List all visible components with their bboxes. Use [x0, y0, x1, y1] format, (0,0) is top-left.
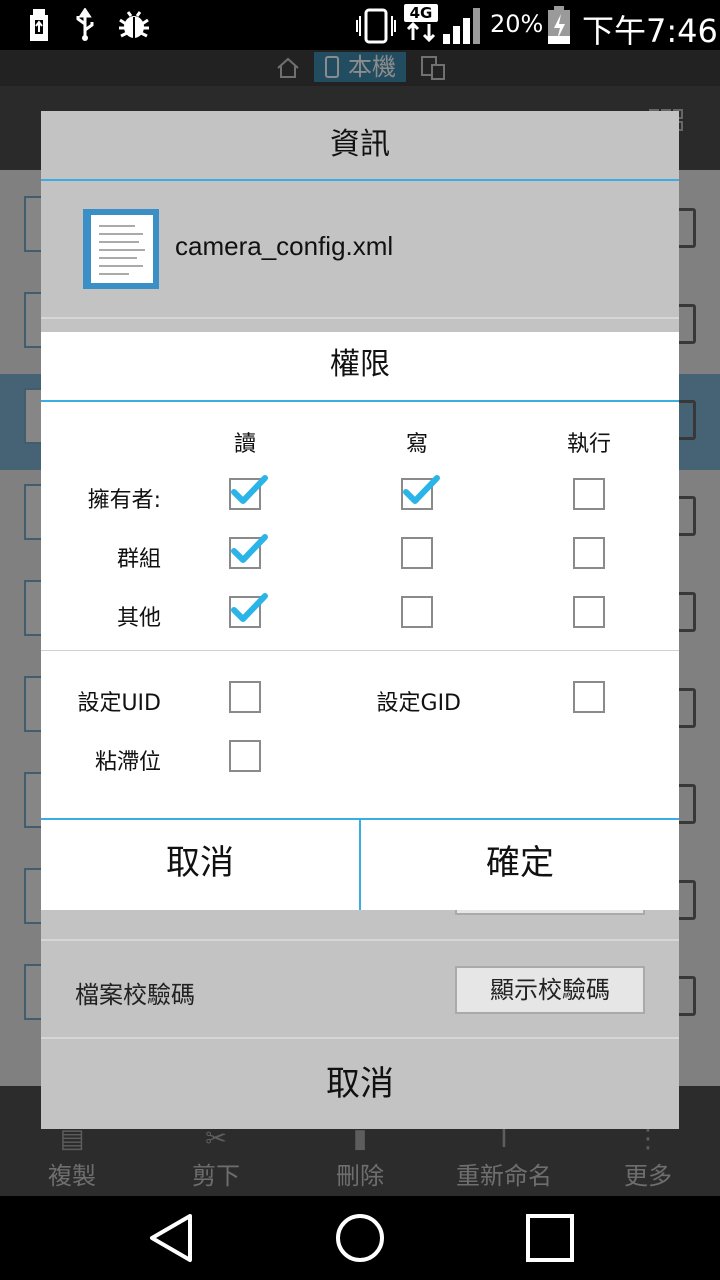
navigation-bar: [0, 1196, 720, 1280]
sticky-bit-label: 粘滯位: [94, 750, 161, 775]
home-button-icon[interactable]: [334, 1212, 386, 1264]
status-bar: 4G 20% 下午7:46: [0, 0, 720, 50]
vibrate-icon: [356, 8, 396, 44]
others-read-checkbox[interactable]: [229, 593, 268, 628]
back-icon[interactable]: [146, 1212, 196, 1264]
bug-icon: [119, 11, 149, 39]
row-label-others: 其他: [116, 606, 161, 631]
checkmark-icon: [231, 593, 268, 622]
permission-dialog-title: 權限: [330, 347, 390, 382]
battery-charging-icon: [548, 6, 570, 44]
row-label-owner: 擁有者:: [87, 488, 161, 513]
permission-dialog: 權限 讀 寫 執行 擁有者: 群組 其他 設定UID 設定GID 粘滯位 取消 …: [41, 332, 679, 910]
set-uid-checkbox[interactable]: [229, 681, 261, 713]
info-dialog-title: 資訊: [330, 127, 390, 162]
checksum-label: 檔案校驗碼: [75, 981, 195, 1009]
group-read-checkbox[interactable]: [229, 534, 268, 569]
ok-button[interactable]: 確定: [361, 820, 679, 910]
network-type-label: 4G: [404, 4, 438, 22]
checkmark-icon: [231, 475, 268, 504]
checkmark-icon: [231, 534, 268, 563]
file-name: camera_config.xml: [175, 231, 394, 261]
owner-write-checkbox[interactable]: [401, 475, 440, 510]
set-gid-checkbox[interactable]: [573, 681, 605, 713]
set-uid-label: 設定UID: [77, 691, 161, 716]
row-label-group: 群組: [116, 547, 161, 572]
usb-debug-icon: [76, 8, 94, 41]
title-divider: [41, 400, 679, 402]
show-checksum-button[interactable]: 顯示校驗碼: [455, 966, 645, 1014]
group-write-checkbox[interactable]: [401, 537, 433, 569]
title-divider: [41, 179, 679, 181]
info-cancel-button[interactable]: 取消: [41, 1039, 679, 1129]
checkmark-icon: [403, 475, 440, 504]
row-divider: [41, 317, 679, 319]
cancel-button[interactable]: 取消: [41, 820, 359, 910]
owner-execute-checkbox[interactable]: [573, 478, 605, 510]
others-execute-checkbox[interactable]: [573, 596, 605, 628]
usb-icon: [30, 9, 48, 41]
row-divider: [41, 939, 679, 941]
group-execute-checkbox[interactable]: [573, 537, 605, 569]
sticky-bit-checkbox[interactable]: [229, 740, 261, 772]
recents-icon[interactable]: [524, 1212, 576, 1264]
network-4g-icon: 4G: [404, 4, 438, 44]
signal-icon: [443, 8, 480, 44]
clock: 下午7:46: [582, 12, 718, 50]
others-write-checkbox[interactable]: [401, 596, 433, 628]
column-header-write: 寫: [405, 432, 428, 457]
section-divider: [41, 650, 679, 651]
column-header-read: 讀: [233, 432, 256, 457]
column-header-execute: 執行: [566, 432, 611, 457]
xml-file-icon: [83, 209, 159, 289]
owner-read-checkbox[interactable]: [229, 475, 268, 510]
battery-percent: 20%: [490, 10, 544, 38]
set-gid-label: 設定GID: [376, 691, 461, 716]
